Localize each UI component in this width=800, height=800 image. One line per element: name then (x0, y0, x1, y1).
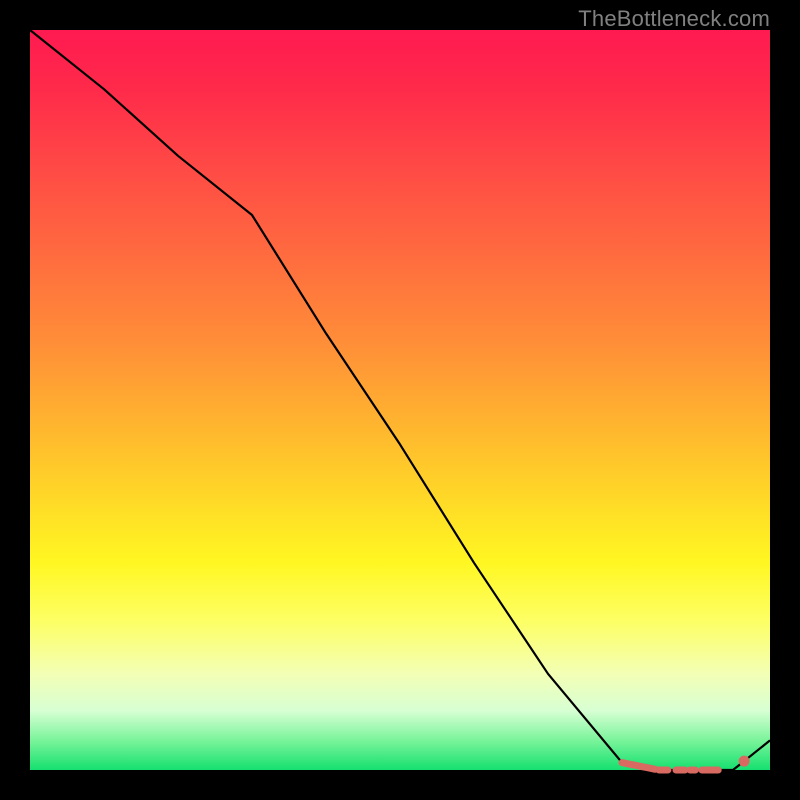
highlight-group (622, 756, 750, 770)
chart-overlay (30, 30, 770, 770)
plot-area (30, 30, 770, 770)
highlight-end-dot (739, 756, 750, 767)
chart-frame: TheBottleneck.com (0, 0, 800, 800)
bottleneck-curve (30, 30, 770, 770)
watermark-text: TheBottleneck.com (578, 6, 770, 32)
highlight-lead-segment (622, 763, 655, 770)
